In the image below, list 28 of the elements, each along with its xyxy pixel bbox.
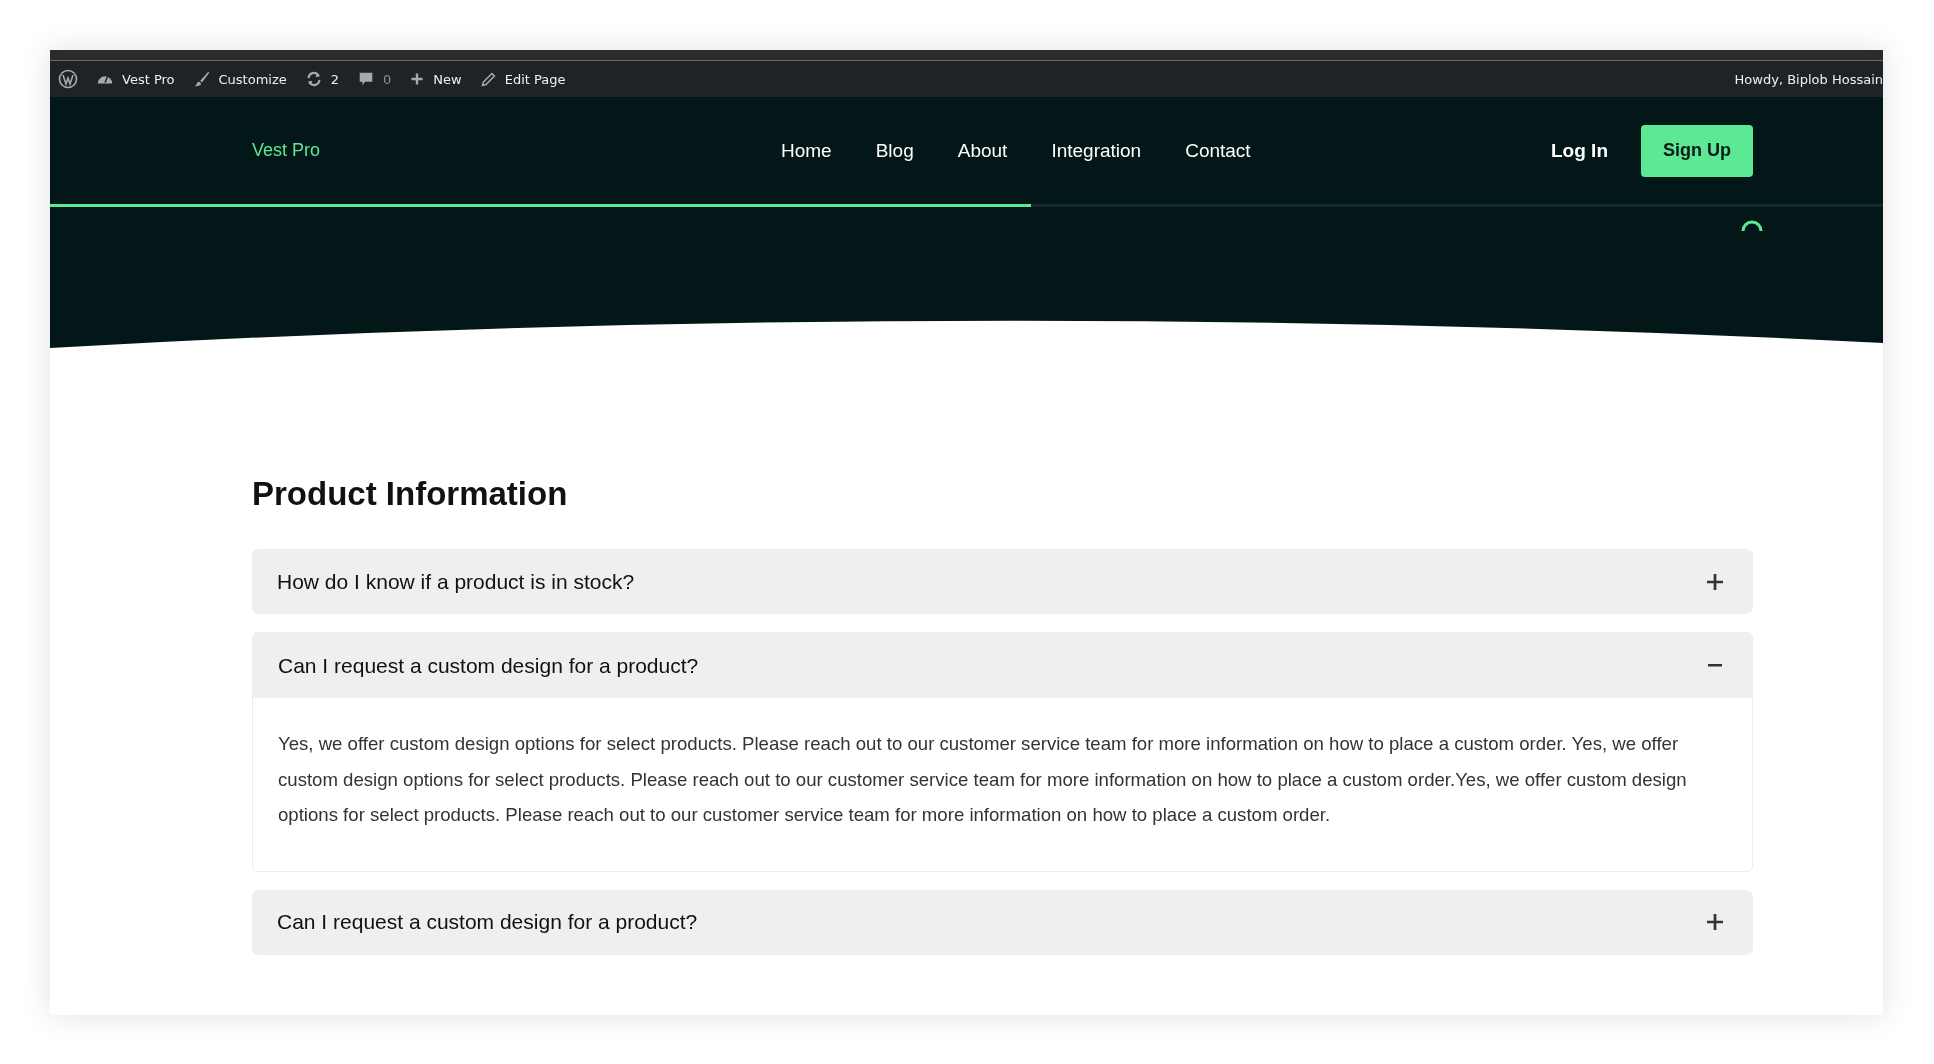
new-link[interactable]: New: [409, 71, 462, 87]
customize-link[interactable]: Customize: [192, 70, 287, 88]
comments-link[interactable]: 0: [357, 70, 392, 88]
question-text: Can I request a custom design for a product?: [277, 910, 698, 934]
accordion-header[interactable]: Can I request a custom design for a product?: [253, 633, 1752, 698]
wordpress-logo-icon[interactable]: [58, 69, 78, 89]
nav-link[interactable]: About: [957, 139, 1008, 162]
site-link[interactable]: Vest Pro: [96, 70, 175, 88]
site-logo[interactable]: Vest Pro: [252, 140, 572, 161]
plus-icon: [409, 71, 426, 87]
signup-button[interactable]: Sign Up: [1641, 124, 1753, 177]
question-text: How do I know if a product is in stock?: [277, 569, 635, 594]
login-link[interactable]: Log In: [1551, 139, 1608, 162]
accordion-header[interactable]: Can I request a custom design for a product?: [252, 889, 1753, 955]
brush-icon: [192, 70, 211, 88]
nav-link[interactable]: Blog: [875, 139, 914, 162]
answer-text: Yes, we offer custom design options for select products. Please reach out to our customer service team for more information on how to place a custom order. Yes, we offer custom design options for select products. Please reach out to our customer service team for more information on how to place a custom order.Yes, we offer custom design options for select products. Please reach out to our customer service team for more information on how to place a custom order.: [278, 732, 1688, 827]
question-text: Can I request a custom design for a product?: [278, 653, 699, 678]
edit-page-link[interactable]: Edit Page: [479, 70, 566, 88]
nav-link[interactable]: Contact: [1185, 139, 1251, 162]
nav-link[interactable]: Home: [781, 139, 832, 162]
section-heading: Product Information: [252, 475, 569, 513]
pencil-icon: [479, 70, 497, 88]
account-link[interactable]: Howdy, Biplob Hossain: [1734, 71, 1883, 87]
updates-link[interactable]: 2: [304, 70, 340, 88]
loading-spinner-icon: [1740, 219, 1764, 233]
nav-link[interactable]: Integration: [1051, 139, 1142, 162]
accordion-header[interactable]: How do I know if a product is in stock?: [252, 549, 1753, 614]
